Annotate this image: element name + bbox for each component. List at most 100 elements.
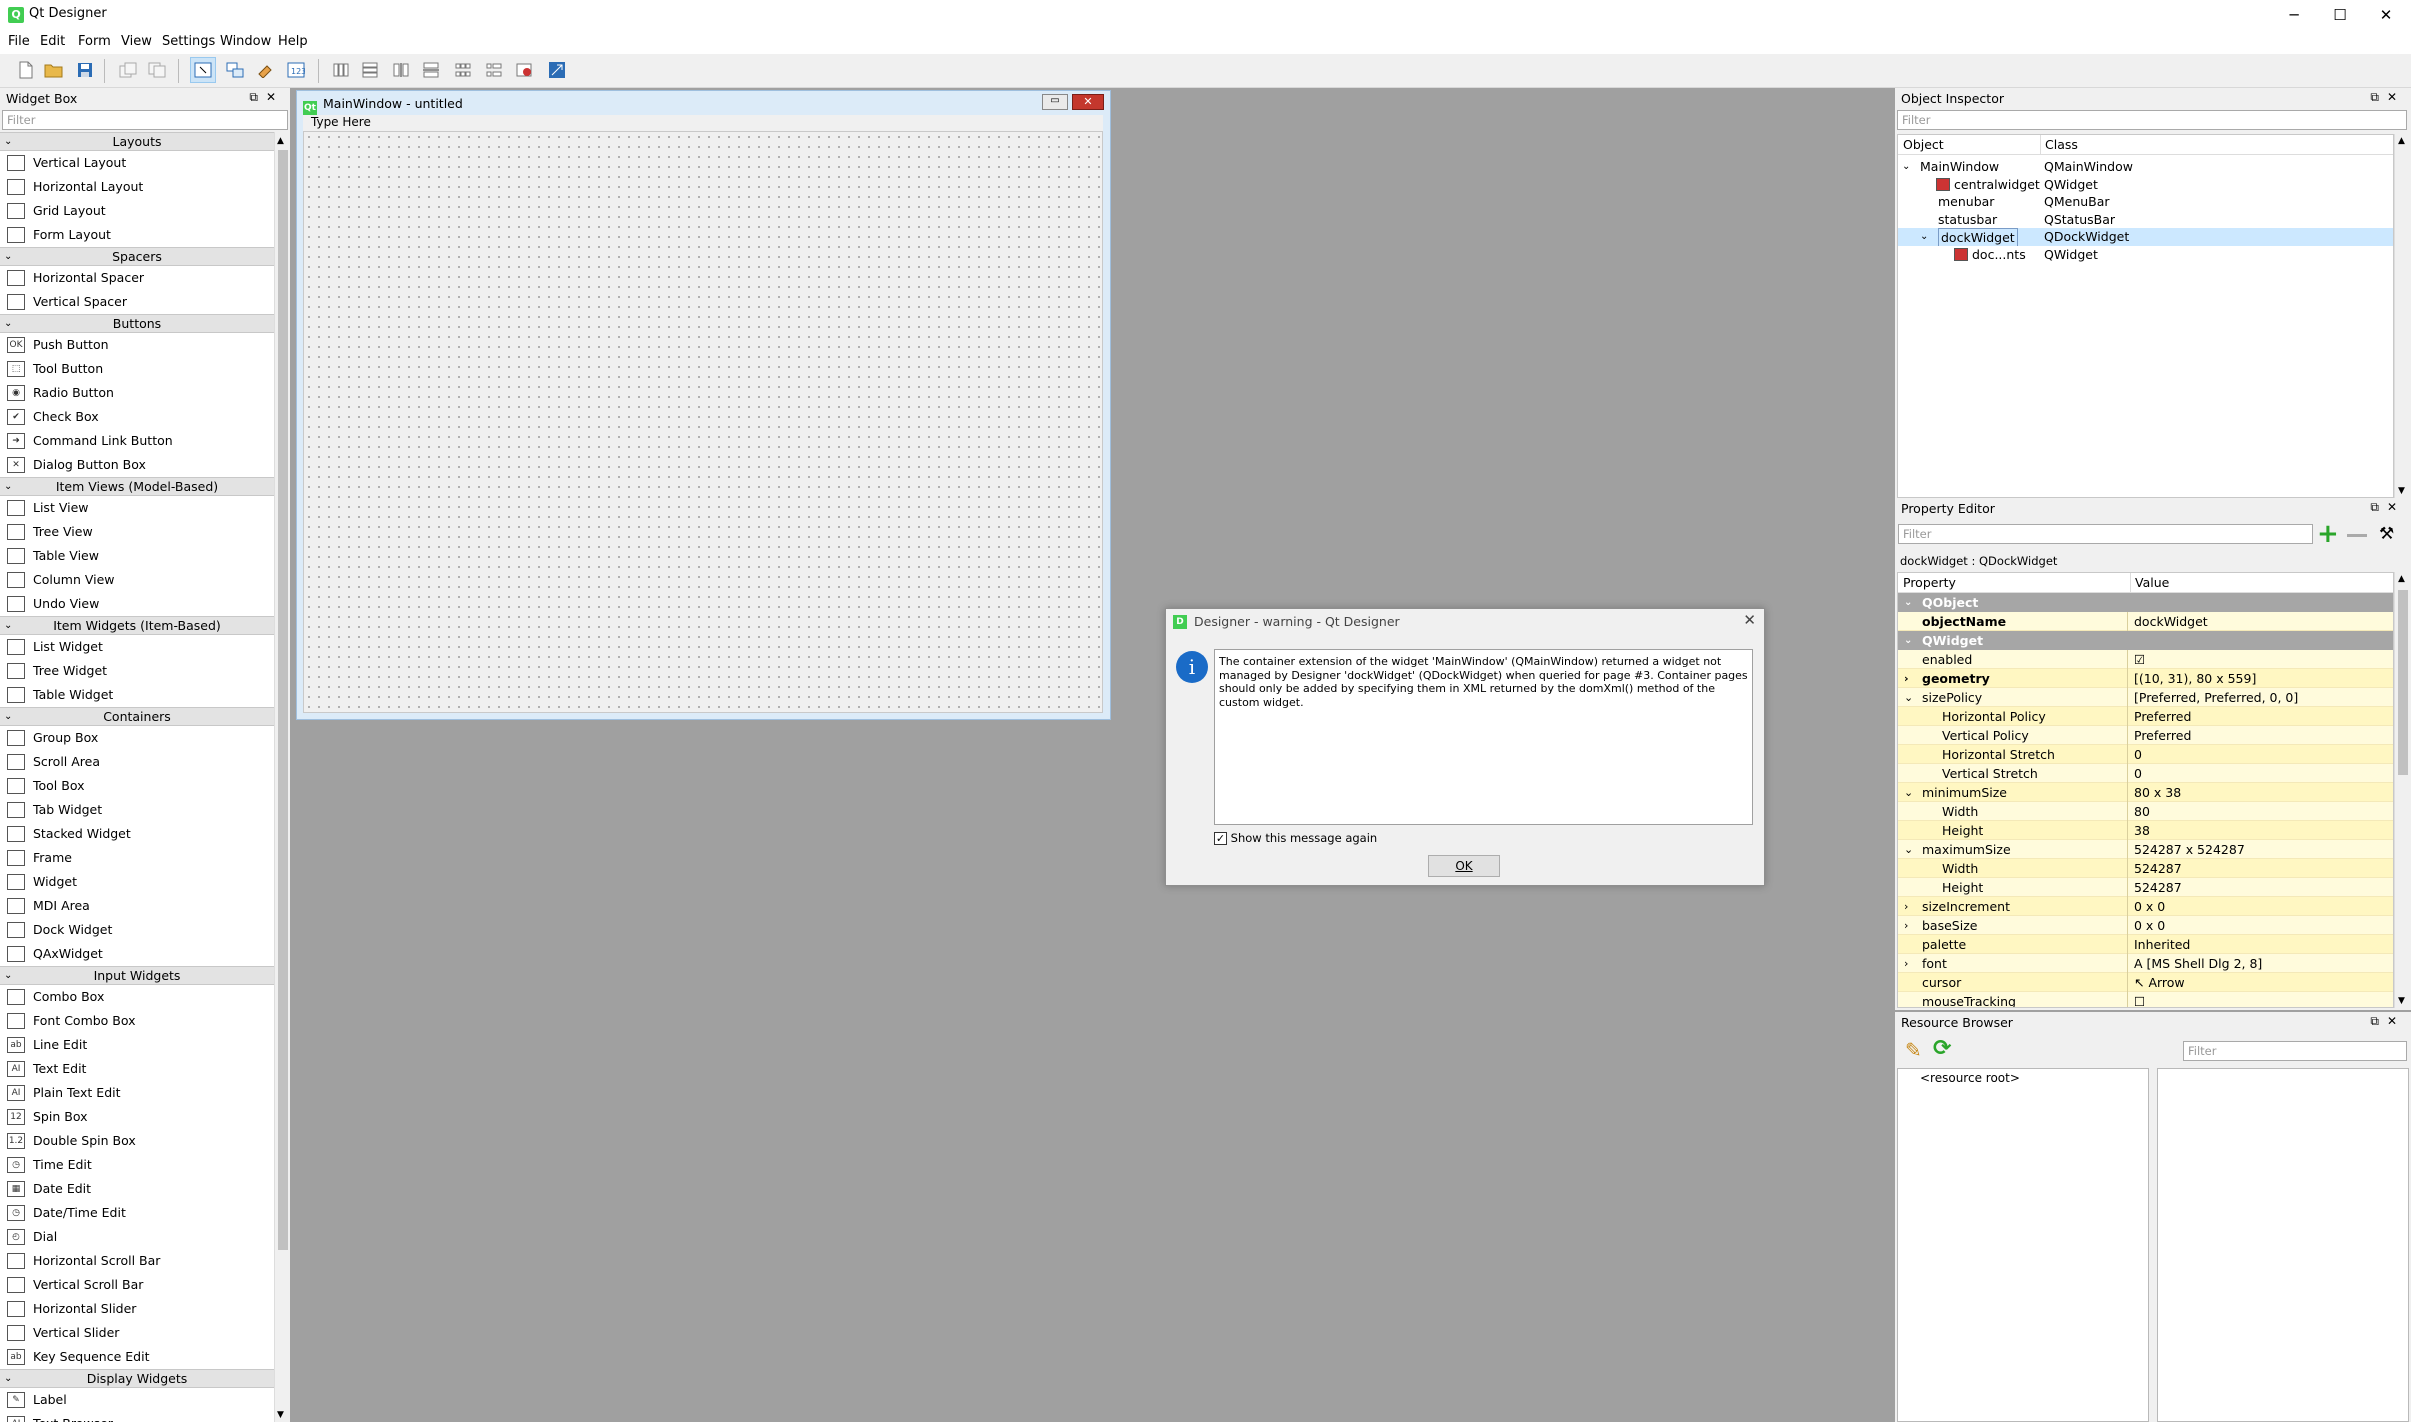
- widget-box-item[interactable]: ab Line Edit: [0, 1033, 274, 1057]
- widget-box-item[interactable]: AI Plain Text Edit: [0, 1081, 274, 1105]
- property-value[interactable]: A [MS Shell Dlg 2, 8]: [2130, 954, 2390, 973]
- layout-horizontal-splitter-icon[interactable]: [388, 57, 414, 83]
- dock-controls[interactable]: ⧉✕: [2370, 1014, 2405, 1029]
- object-tree-scrollbar[interactable]: ▲ ▼: [2394, 134, 2410, 498]
- widget-box-item[interactable]: Vertical Spacer: [0, 290, 274, 314]
- property-value[interactable]: Inherited: [2130, 935, 2390, 954]
- form-canvas[interactable]: [303, 131, 1103, 713]
- property-row[interactable]: enabled ☑: [1898, 650, 2393, 669]
- widget-box-item[interactable]: Vertical Scroll Bar: [0, 1273, 274, 1297]
- collapse-arrow-icon[interactable]: ⌄: [4, 967, 12, 984]
- property-row[interactable]: › sizeIncrement 0 x 0: [1898, 897, 2393, 916]
- widget-box-scrollbar[interactable]: ▲ ▼: [274, 132, 290, 1422]
- collapse-arrow-icon[interactable]: ⌄: [1904, 631, 1912, 650]
- property-row[interactable]: cursor ↖ Arrow: [1898, 973, 2393, 992]
- maximize-button[interactable]: ☐: [2317, 0, 2363, 30]
- edit-resources-pencil-icon[interactable]: ✎: [1905, 1038, 1922, 1062]
- layout-horizontal-icon[interactable]: [328, 57, 354, 83]
- widget-box-item[interactable]: Horizontal Layout: [0, 175, 274, 199]
- widget-box-item[interactable]: Horizontal Scroll Bar: [0, 1249, 274, 1273]
- resource-root-item[interactable]: <resource root>: [1898, 1069, 2148, 1085]
- widget-box-item[interactable]: ✎ Label: [0, 1388, 274, 1412]
- collapse-arrow-icon[interactable]: ⌄: [4, 708, 12, 725]
- property-row[interactable]: mouseTracking ☐: [1898, 992, 2393, 1007]
- widget-category-header[interactable]: ⌄ Buttons: [0, 314, 274, 333]
- property-row[interactable]: ⌄ sizePolicy [Preferred, Preferred, 0, 0]: [1898, 688, 2393, 707]
- expand-arrow-icon[interactable]: ⌄: [1904, 783, 1913, 802]
- widget-box-filter-input[interactable]: Filter: [2, 110, 288, 130]
- layout-grid-icon[interactable]: [450, 57, 476, 83]
- widget-box-item[interactable]: Group Box: [0, 726, 274, 750]
- expand-arrow-icon[interactable]: ⌄: [1920, 228, 1928, 245]
- edit-buddies-icon[interactable]: [253, 57, 279, 83]
- widget-category-header[interactable]: ⌄ Layouts: [0, 132, 274, 151]
- property-row[interactable]: ⌄ minimumSize 80 x 38: [1898, 783, 2393, 802]
- property-value[interactable]: 0: [2130, 764, 2390, 783]
- property-row[interactable]: › baseSize 0 x 0: [1898, 916, 2393, 935]
- column-object[interactable]: Object: [1903, 135, 1944, 155]
- menu-edit[interactable]: Edit: [40, 34, 65, 49]
- widget-box-item[interactable]: List Widget: [0, 635, 274, 659]
- widget-category-header[interactable]: ⌄ Spacers: [0, 247, 274, 266]
- adjust-size-icon[interactable]: [544, 57, 570, 83]
- property-value[interactable]: ↖ Arrow: [2130, 973, 2390, 992]
- remove-dynamic-property-icon[interactable]: [2347, 534, 2367, 537]
- menu-window[interactable]: Window: [220, 34, 271, 49]
- property-row[interactable]: Vertical Stretch 0: [1898, 764, 2393, 783]
- widget-box-item[interactable]: Undo View: [0, 592, 274, 616]
- dock-controls[interactable]: ⧉✕: [2370, 90, 2405, 105]
- widget-category-header[interactable]: ⌄ Input Widgets: [0, 966, 274, 985]
- edit-widgets-icon[interactable]: [190, 57, 216, 83]
- open-folder-icon[interactable]: [41, 57, 67, 83]
- copy-icon[interactable]: [115, 57, 141, 83]
- collapse-arrow-icon[interactable]: ⌄: [4, 315, 12, 332]
- edit-tab-order-icon[interactable]: 123: [283, 57, 309, 83]
- widget-box-item[interactable]: 1.2 Double Spin Box: [0, 1129, 274, 1153]
- property-value[interactable]: 80: [2130, 802, 2390, 821]
- property-value[interactable]: [(10, 31), 80 x 559]: [2130, 669, 2390, 688]
- column-class[interactable]: Class: [2040, 135, 2078, 155]
- property-row[interactable]: ⌄ maximumSize 524287 x 524287: [1898, 840, 2393, 859]
- widget-box-item[interactable]: Tree Widget: [0, 659, 274, 683]
- widget-box-item[interactable]: Tool Box: [0, 774, 274, 798]
- widget-box-item[interactable]: 12 Spin Box: [0, 1105, 274, 1129]
- widget-box-item[interactable]: Frame: [0, 846, 274, 870]
- expand-arrow-icon[interactable]: ⌄: [1902, 158, 1910, 175]
- widget-box-item[interactable]: AI Text Browser: [0, 1412, 274, 1422]
- widget-box-item[interactable]: ab Key Sequence Edit: [0, 1345, 274, 1369]
- property-row[interactable]: Vertical Policy Preferred: [1898, 726, 2393, 745]
- widget-box-item[interactable]: Grid Layout: [0, 199, 274, 223]
- edit-signals-slots-icon[interactable]: [222, 57, 248, 83]
- object-tree-row[interactable]: centralwidget QWidget: [1898, 175, 2393, 193]
- collapse-arrow-icon[interactable]: ⌄: [4, 478, 12, 495]
- object-tree-row[interactable]: statusbar QStatusBar: [1898, 210, 2393, 228]
- property-row[interactable]: objectName dockWidget: [1898, 612, 2393, 631]
- widget-box-item[interactable]: ▦ Date Edit: [0, 1177, 274, 1201]
- widget-box-item[interactable]: Table View: [0, 544, 274, 568]
- collapse-arrow-icon[interactable]: ⌄: [1904, 593, 1912, 612]
- ok-button[interactable]: OK: [1428, 855, 1500, 877]
- property-row[interactable]: Width 80: [1898, 802, 2393, 821]
- property-filter-input[interactable]: Filter: [1898, 524, 2313, 544]
- widget-box-item[interactable]: Dock Widget: [0, 918, 274, 942]
- property-row[interactable]: Height 524287: [1898, 878, 2393, 897]
- form-close-button[interactable]: ✕: [1072, 94, 1104, 110]
- add-dynamic-property-icon[interactable]: +: [2317, 521, 2339, 547]
- layout-vertical-icon[interactable]: [357, 57, 383, 83]
- widget-box-item[interactable]: List View: [0, 496, 274, 520]
- widget-box-item[interactable]: ➜ Command Link Button: [0, 429, 274, 453]
- property-table-scrollbar[interactable]: ▲ ▼: [2394, 572, 2410, 1008]
- layout-vertical-splitter-icon[interactable]: [418, 57, 444, 83]
- property-row[interactable]: Width 524287: [1898, 859, 2393, 878]
- property-row[interactable]: › geometry [(10, 31), 80 x 559]: [1898, 669, 2393, 688]
- form-menu-type-here[interactable]: Type Here: [303, 115, 1103, 131]
- object-tree-row[interactable]: menubar QMenuBar: [1898, 193, 2393, 211]
- widget-box-item[interactable]: ◷ Time Edit: [0, 1153, 274, 1177]
- property-value[interactable]: ☐: [2130, 992, 2390, 1007]
- dock-controls[interactable]: ⧉✕: [249, 90, 284, 105]
- layout-form-icon[interactable]: [481, 57, 507, 83]
- widget-box-item[interactable]: ◷ Date/Time Edit: [0, 1201, 274, 1225]
- form-window[interactable]: Qt MainWindow - untitled ▭ ✕ Type Here: [296, 90, 1111, 720]
- property-value[interactable]: 80 x 38: [2130, 783, 2390, 802]
- paste-icon[interactable]: [144, 57, 170, 83]
